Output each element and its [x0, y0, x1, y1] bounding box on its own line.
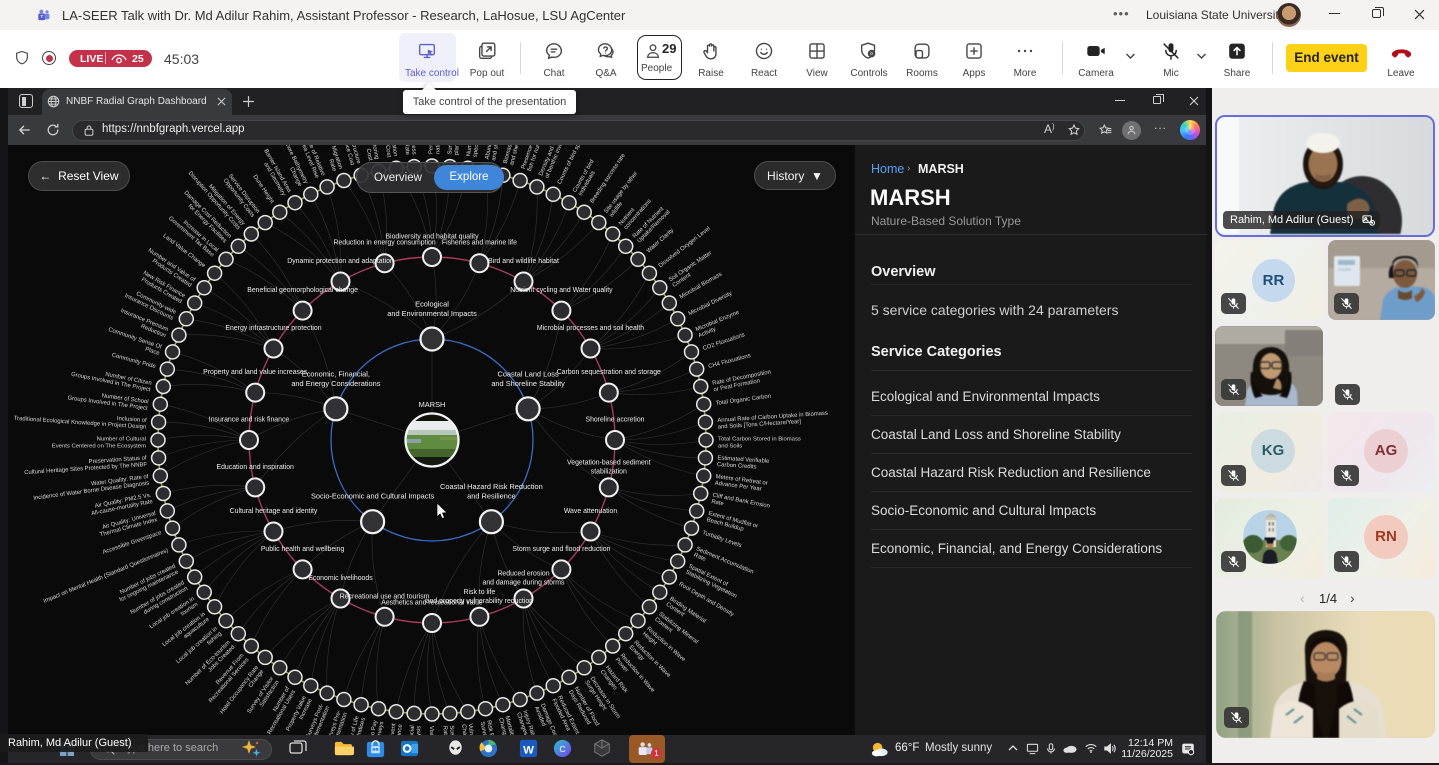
svg-text:Dynamic protection and adaptat: Dynamic protection and adaptation [287, 258, 394, 265]
svg-text:Coastal Hazard Risk Reduction: Coastal Hazard Risk Reduction [440, 482, 543, 491]
svg-text:Economic livelihoods: Economic livelihoods [308, 575, 373, 582]
svg-text:Willingness to PaySurveys: Willingness to PaySurveys [364, 720, 386, 735]
svg-text:Number of CitizenGroups Involv: Number of CitizenGroups Involved in The … [70, 365, 152, 393]
svg-text:W: W [523, 744, 534, 756]
svg-text:Cultural heritage and identity: Cultural heritage and identity [230, 508, 318, 515]
svg-text:Inclusion ofTraditional Ecolog: Inclusion ofTraditional Ecological Knowl… [14, 409, 148, 430]
svg-text:Bird and wildlife habitat: Bird and wildlife habitat [488, 258, 559, 265]
svg-text:Reduction in energy consumptio: Reduction in energy consumption [333, 240, 435, 247]
svg-text:Reduced erosion: Reduced erosion [497, 571, 549, 578]
svg-text:CH4 Fluxuations: CH4 Fluxuations [708, 353, 752, 370]
svg-text:Shoreline accretion: Shoreline accretion [586, 417, 645, 424]
svg-text:and Environmental Impacts: and Environmental Impacts [387, 309, 477, 318]
svg-text:Photo-based SocialMedia Analys: Photo-based SocialMedia Analysis [407, 725, 423, 735]
svg-text:Rate of Decompositionor Peat F: Rate of Decompositionor Peat Formation [712, 369, 773, 393]
svg-text:Aesthetics and recreational va: Aesthetics and recreational value [381, 600, 483, 607]
svg-text:Vegetation-based sediment: Vegetation-based sediment [567, 459, 651, 466]
svg-text:Meters of Retreat orAdvance Pe: Meters of Retreat orAdvance Per Year [714, 474, 768, 493]
svg-text:Carbon sequestration and stora: Carbon sequestration and storage [557, 369, 661, 376]
svg-text:and Resilience: and Resilience [467, 492, 515, 501]
svg-text:Injury RateChanges: Injury RateChanges [515, 710, 536, 735]
svg-text:Education and inspiration: Education and inspiration [217, 464, 295, 471]
svg-text:Public health and wellbeing: Public health and wellbeing [261, 546, 345, 553]
svg-text:and Energy Considerations: and Energy Considerations [291, 379, 380, 388]
svg-text:Number ofspecies: Number ofspecies [466, 145, 482, 158]
svg-text:Ecological: Ecological [415, 300, 449, 309]
svg-text:Total Organic Carbon: Total Organic Carbon [715, 394, 771, 407]
svg-text:Recreational use and tourism: Recreational use and tourism [340, 593, 430, 600]
svg-text:Estimated VerifiableCarbon Cre: Estimated VerifiableCarbon Credits [717, 455, 771, 471]
svg-text:Mortality RateChanges: Mortality RateChanges [497, 715, 519, 735]
svg-text:Quality of LifeIndices: Quality of LifeIndices [345, 715, 367, 735]
svg-text:Property and land value increa: Property and land value increases [203, 369, 308, 376]
svg-text:Scenic QualityRatings: Scenic QualityRatings [441, 725, 456, 735]
svg-text:Microbial processes and soil h: Microbial processes and soil health [537, 325, 644, 332]
svg-text:Insurance and risk finance: Insurance and risk finance [209, 417, 290, 424]
svg-text:Annual Rate of Carbon Uptake i: Annual Rate of Carbon Uptake in Biomassa… [717, 411, 828, 431]
svg-text:Number of SchoolGroups Involve: Number of SchoolGroups Involved in The P… [67, 389, 149, 412]
svg-text:Fisheries and marine life: Fisheries and marine life [442, 240, 517, 247]
svg-text:RestorationCost: RestorationCost [382, 145, 398, 158]
svg-text:Stabilizing MineralContent: Stabilizing MineralContent [653, 611, 699, 650]
svg-text:Risk PerceptionSurveys: Risk PerceptionSurveys [479, 720, 499, 735]
svg-text:Turbidity Levels: Turbidity Levels [701, 530, 742, 549]
svg-text:Coastal Land Loss: Coastal Land Loss [497, 369, 559, 378]
svg-text:Economic, Financial,: Economic, Financial, [302, 369, 370, 378]
svg-text:Number of CulturalEvents Cente: Number of CulturalEvents Centered on The… [52, 437, 146, 450]
svg-text:MARSH: MARSH [419, 400, 446, 409]
svg-text:stabilization: stabilization [591, 468, 627, 475]
svg-text:Wave attenuation: Wave attenuation [564, 508, 618, 515]
svg-text:Community EventAttendance: Community EventAttendance [385, 722, 404, 735]
svg-text:Risk to life: Risk to life [464, 589, 496, 596]
svg-text:Vulnerability IndexChanges: Vulnerability IndexChanges [460, 723, 479, 735]
svg-text:C: C [559, 744, 565, 754]
svg-text:and damage during storms: and damage during storms [483, 580, 566, 587]
svg-text:Survival rate ofplanted vegeta: Survival rate ofplanted vegetation [447, 145, 463, 155]
svg-text:and Shoreline Stability: and Shoreline Stability [491, 379, 565, 388]
svg-text:Nutrient cycling and Water qua: Nutrient cycling and Water quality [510, 287, 613, 294]
svg-text:Preservation Status ofCultural: Preservation Status ofCultural Heritage … [24, 455, 148, 476]
svg-text:Beneficial geomorphological ch: Beneficial geomorphological change [247, 287, 358, 294]
svg-text:Visitor Counts: Visitor Counts [428, 726, 434, 735]
svg-text:Microbial Diversity: Microbial Diversity [688, 291, 734, 318]
svg-text:Percent cover ofnative vegetat: Percent cover ofnative vegetation [429, 145, 442, 154]
svg-text:Community Pride: Community Pride [111, 353, 157, 371]
svg-text:Total Carbon Stored in Biomass: Total Carbon Stored in Biomassand Soils [718, 437, 801, 450]
svg-text:Extent of Mudflat orBeach Buil: Extent of Mudflat orBeach Buildup [706, 511, 759, 536]
svg-text:T: T [40, 14, 43, 20]
svg-text:Energy infrastructure protecti: Energy infrastructure protection [225, 325, 321, 332]
svg-text:Socio-Economic and Cultural Im: Socio-Economic and Cultural Impacts [311, 492, 435, 501]
svg-text:Storm surge and flood reductio: Storm surge and flood reduction [512, 546, 610, 553]
svg-text:MonitoringCost: MonitoringCost [362, 145, 380, 162]
svg-text:Planting SuccessRate: Planting SuccessRate [401, 145, 417, 156]
